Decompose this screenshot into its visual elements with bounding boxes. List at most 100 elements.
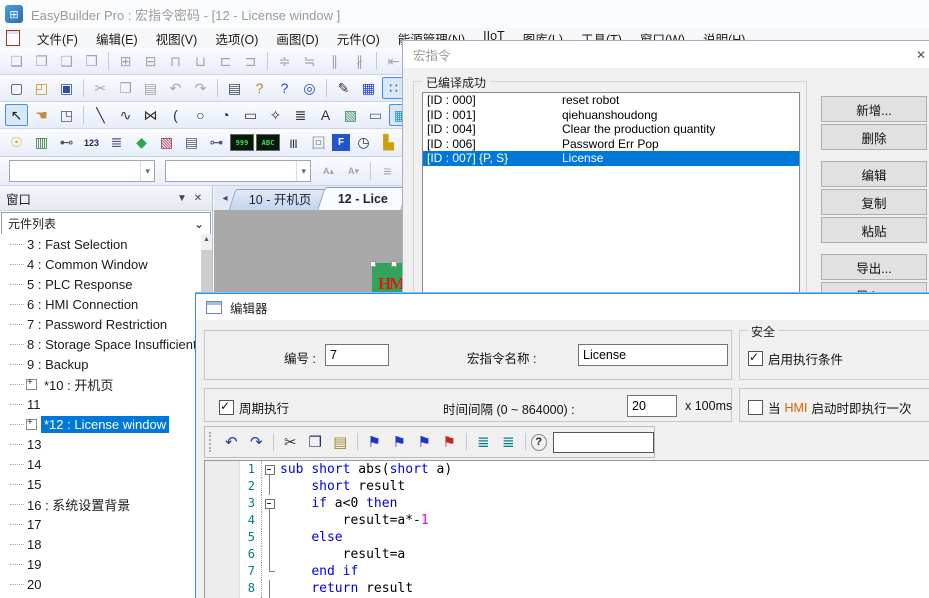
pen-icon[interactable]: ✎ [332, 77, 355, 99]
barcode-icon[interactable]: ||| [282, 132, 305, 154]
tree-item[interactable]: 16 : 系统设置背景 [0, 494, 201, 514]
find-replace-icon[interactable]: ? [531, 434, 547, 451]
scale-icon[interactable]: ≣ [289, 104, 312, 126]
shape-icon[interactable]: ▭ [364, 104, 387, 126]
expand-plus-icon[interactable] [26, 419, 37, 430]
enable-condition-checkbox[interactable]: 启用执行条件 [748, 349, 843, 368]
tree-item[interactable]: 18 [0, 534, 201, 554]
menu-d[interactable]: 画图(D) [267, 27, 327, 50]
expand-plus-icon[interactable] [26, 379, 37, 390]
resize-left-icon[interactable]: ⊏ [214, 50, 237, 72]
shape-library-icon[interactable]: ◆ [130, 132, 153, 154]
fold-margin[interactable] [261, 529, 280, 546]
context-help-icon[interactable]: ? [273, 77, 296, 99]
find-icon[interactable]: ◎ [298, 77, 321, 99]
address-grid-icon[interactable]: ▤ [180, 132, 203, 154]
bring-forward-icon[interactable]: ❑ [55, 50, 78, 72]
tree-item[interactable]: 11 [0, 394, 201, 414]
line-icon[interactable]: ╲ [89, 104, 112, 126]
polygon-icon[interactable]: ✧ [264, 104, 287, 126]
macro-list-row[interactable]: [ID : 007] {P, S}License [423, 151, 799, 166]
toggle-bookmark-icon[interactable]: ⚑ [363, 431, 386, 453]
save-icon[interactable]: ▣ [55, 77, 78, 99]
new-file-icon[interactable]: ▢ [5, 77, 28, 99]
menu-o[interactable]: 选项(O) [206, 27, 267, 50]
function-key-icon[interactable]: F [332, 134, 350, 151]
layers-icon[interactable]: ≣ [105, 132, 128, 154]
redo-icon[interactable]: ↷ [189, 77, 212, 99]
traffic-light-icon[interactable]: ▥ [30, 132, 53, 154]
align-text-left-icon[interactable]: ≡ [376, 160, 399, 182]
paste-icon[interactable]: ▤ [139, 77, 162, 99]
tree-item[interactable]: 7 : Password Restriction [0, 314, 201, 334]
align-center-horizontal-icon[interactable]: ⊞ [114, 50, 137, 72]
align-center-vertical-icon[interactable]: ⊟ [139, 50, 162, 72]
indent-icon[interactable]: ≣ [472, 431, 495, 453]
select-arrow-icon[interactable]: ↖ [5, 104, 28, 126]
interval-input[interactable]: 20 [627, 395, 677, 417]
macro-list-row[interactable]: [ID : 006]Password Err Pop [423, 137, 799, 152]
tree-item[interactable]: 17 [0, 514, 201, 534]
macro-list-row[interactable]: [ID : 000]reset robot [423, 93, 799, 108]
ascii-display-icon[interactable]: ABC [256, 134, 280, 151]
line-style-combo[interactable]: ▾ [165, 160, 311, 182]
fold-margin[interactable] [261, 461, 280, 478]
scroll-up-icon[interactable]: ▲ [201, 234, 212, 246]
paste-icon[interactable]: ▤ [329, 431, 352, 453]
panel-collapse-icon[interactable]: ▼ [174, 193, 190, 204]
edit-macro-button[interactable]: 编辑 [821, 161, 927, 187]
chart-icon[interactable]: ▙ [377, 132, 400, 154]
fold-margin[interactable] [261, 495, 280, 512]
macro-name-input[interactable]: License [578, 344, 728, 366]
rectangle-icon[interactable]: ▭ [239, 104, 262, 126]
paste-macro-button[interactable]: 粘贴 [821, 217, 927, 243]
polyline-icon[interactable]: ⋈ [139, 104, 162, 126]
picture-icon[interactable]: ▧ [339, 104, 362, 126]
view-mode-combo[interactable]: 元件列表 ⌄ [1, 212, 211, 235]
delete-macro-button[interactable]: 删除 [821, 124, 927, 150]
distribute-vertical-icon[interactable]: ≒ [298, 50, 321, 72]
text-icon[interactable]: A [314, 104, 337, 126]
resize-right-icon[interactable]: ⊐ [239, 50, 262, 72]
fold-margin[interactable] [261, 580, 280, 597]
distribute-horizontal-icon[interactable]: ∦ [348, 50, 371, 72]
font-decrease-icon[interactable]: A▾ [342, 160, 365, 182]
toolbar-grip[interactable] [209, 432, 215, 452]
tree-item[interactable]: 5 : PLC Response [0, 274, 201, 294]
tree-item[interactable]: 6 : HMI Connection [0, 294, 201, 314]
tree-item[interactable]: 4 : Common Window [0, 254, 201, 274]
bring-to-front-icon[interactable]: ❏ [5, 50, 28, 72]
copy-icon[interactable]: ❒ [114, 77, 137, 99]
window-properties-icon[interactable]: ◳ [55, 104, 78, 126]
copy-icon[interactable]: ❒ [304, 431, 327, 453]
macro-list-row[interactable]: [ID : 001]qiehuanshoudong [423, 108, 799, 123]
tree-item[interactable]: 9 : Backup [0, 354, 201, 374]
menu-f[interactable]: 文件(F) [28, 27, 87, 50]
mdi-document-icon[interactable] [6, 30, 20, 46]
distribute-right-icon[interactable]: ∥ [323, 50, 346, 72]
panel-close-icon[interactable]: ✕ [190, 193, 206, 204]
cut-icon[interactable]: ✂ [89, 77, 112, 99]
fold-margin[interactable] [261, 546, 280, 563]
run-on-startup-checkbox[interactable]: 当 HMI 启动时即执行一次 [748, 398, 911, 417]
checkbox-checked-icon[interactable] [748, 351, 763, 366]
circle-icon[interactable]: ○ [189, 104, 212, 126]
tree-item[interactable]: 13 [0, 434, 201, 454]
group-icon[interactable]: 回 [307, 132, 330, 154]
clock-icon[interactable]: ◷ [352, 132, 375, 154]
new-macro-button[interactable]: 新增... [821, 96, 927, 122]
redo-icon[interactable]: ↷ [245, 431, 268, 453]
distribute-down-icon[interactable]: ≑ [273, 50, 296, 72]
arc-icon[interactable]: ( [164, 104, 187, 126]
bulb-icon[interactable]: ☉ [5, 132, 28, 154]
close-icon[interactable]: ✕ [911, 48, 929, 62]
undo-icon[interactable]: ↶ [164, 77, 187, 99]
periodic-checkbox[interactable]: 周期执行 [219, 398, 289, 417]
numeric-display-icon[interactable]: 999 [230, 134, 254, 151]
help-icon[interactable]: ? [248, 77, 271, 99]
label-library-icon[interactable]: ▧ [155, 132, 178, 154]
send-backward-icon[interactable]: ❒ [80, 50, 103, 72]
cut-icon[interactable]: ✂ [279, 431, 302, 453]
toggle-switch-icon[interactable]: ⊷ [55, 132, 78, 154]
tree-item[interactable]: 19 [0, 554, 201, 574]
